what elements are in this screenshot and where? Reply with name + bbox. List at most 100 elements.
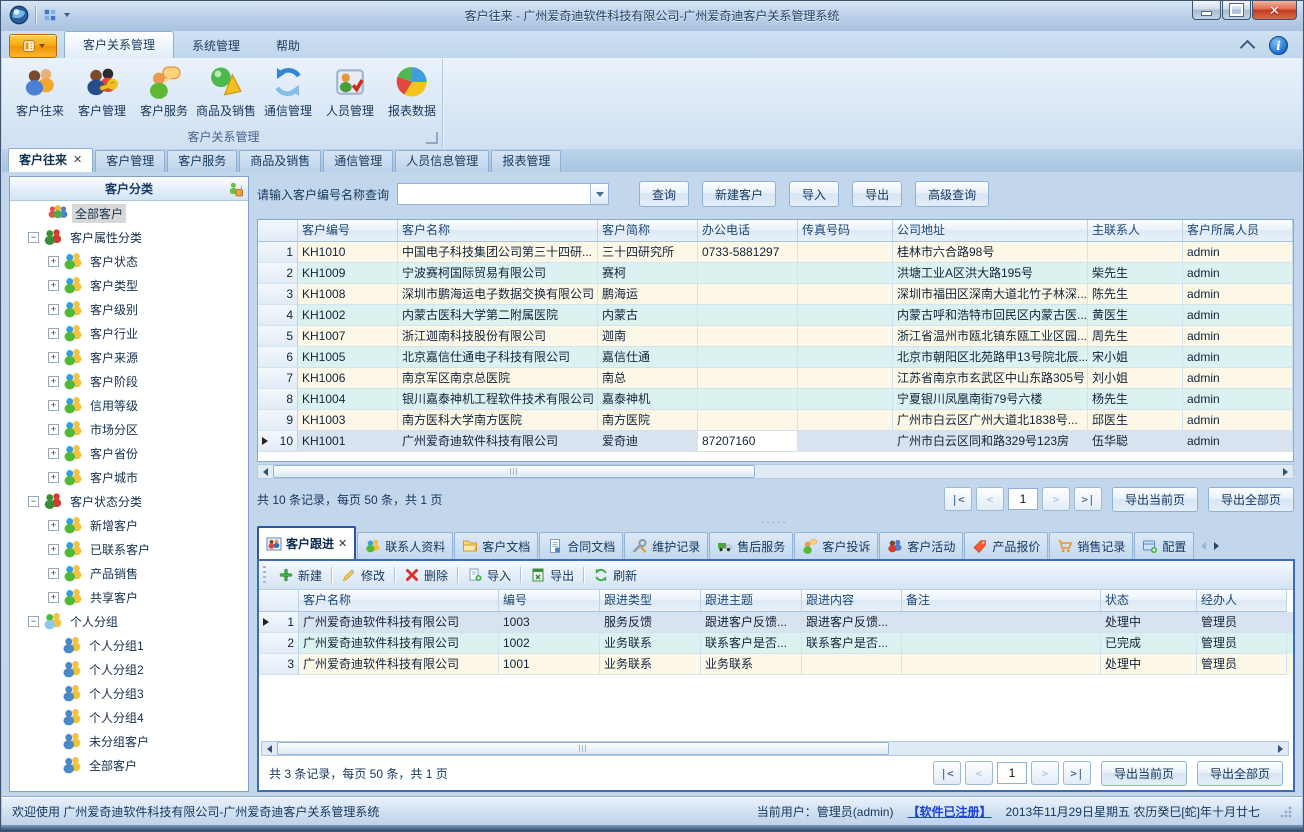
tree-expander[interactable]: + [48,568,59,579]
tree-expander[interactable]: + [48,400,59,411]
doc-tab-4[interactable]: 通信管理 [323,150,393,172]
search-button-1[interactable]: 新建客户 [702,181,776,207]
tree-item[interactable]: 未分组客户 [10,729,248,753]
followup-hscrollbar[interactable] [261,741,1289,756]
tree-expander[interactable]: + [48,256,59,267]
column-header[interactable]: 主联系人 [1088,220,1183,242]
tree-item[interactable]: −客户属性分类 [10,225,248,249]
detail-tab-8[interactable]: 产品报价 [964,532,1048,559]
ribbon-tab-1[interactable]: 系统管理 [174,34,258,58]
toolbar-button-export[interactable]: 导出 [524,564,580,586]
tree-expander[interactable]: + [48,448,59,459]
toolbar-button-import[interactable]: 导入 [461,564,517,586]
scroll-left-icon[interactable] [258,465,273,478]
prev-page-button[interactable]: < [965,761,993,785]
tree-item[interactable]: +新增客户 [10,513,248,537]
page-number-input[interactable]: 1 [997,762,1027,784]
search-button-0[interactable]: 查询 [639,181,689,207]
column-header[interactable]: 客户所属人员 [1183,220,1293,242]
tree-expander[interactable]: + [48,472,59,483]
tree-item[interactable]: 全部客户 [10,753,248,777]
ribbon-button-1[interactable]: 客户管理 [71,63,133,121]
ribbon-tab-0[interactable]: 客户关系管理 [64,31,174,58]
first-page-button[interactable]: |< [933,761,961,785]
tree-expander[interactable]: + [48,520,59,531]
combo-dropdown-button[interactable] [590,184,608,204]
table-row[interactable]: 8KH1004银川嘉泰神机工程软件技术有限公司嘉泰神机宁夏银川凤凰南街79号六楼… [258,389,1293,410]
customer-search-combobox[interactable] [397,183,609,205]
tree-expander[interactable]: + [48,544,59,555]
doc-tab-6[interactable]: 报表管理 [491,150,561,172]
tree-expander[interactable]: + [48,376,59,387]
registered-link[interactable]: 【软件已注册】 [907,803,991,820]
tree-item[interactable]: +市场分区 [10,417,248,441]
scroll-thumb[interactable] [277,742,889,755]
page-number-input[interactable]: 1 [1008,488,1038,510]
next-page-button[interactable]: > [1031,761,1059,785]
table-row[interactable]: 2广州爱奇迪软件科技有限公司1002业务联系联系客户是否...联系客户是否...… [259,633,1293,654]
close-button[interactable]: ✕ [1252,1,1297,20]
tree-item[interactable]: −个人分组 [10,609,248,633]
tab-close-icon[interactable]: ✕ [73,150,82,171]
doc-tab-1[interactable]: 客户管理 [95,150,165,172]
tree-item[interactable]: −客户状态分类 [10,489,248,513]
table-row[interactable]: 10KH1001广州爱奇迪软件科技有限公司爱奇迪87207160广州市白云区同和… [258,431,1293,452]
detail-tab-9[interactable]: 销售记录 [1049,532,1133,559]
tree-item[interactable]: 个人分组3 [10,681,248,705]
prev-page-button[interactable]: < [976,487,1004,511]
tree-item[interactable]: +客户级别 [10,297,248,321]
column-header[interactable]: 跟进主题 [701,590,802,612]
tabs-scroll-left-icon[interactable] [1201,542,1206,550]
column-header[interactable]: 传真号码 [798,220,893,242]
tabs-scroll-right-icon[interactable] [1214,542,1219,550]
export-button-0[interactable]: 导出当前页 [1101,761,1187,786]
toolbar-button-refresh[interactable]: 刷新 [587,564,643,586]
doc-tab-2[interactable]: 客户服务 [167,150,237,172]
tree-item[interactable]: +客户行业 [10,321,248,345]
last-page-button[interactable]: >| [1063,761,1091,785]
tree-item[interactable]: +信用等级 [10,393,248,417]
column-header[interactable]: 编号 [499,590,600,612]
column-header[interactable]: 客户名称 [398,220,598,242]
detail-tab-0[interactable]: 客户跟进✕ [257,526,356,559]
export-button-1[interactable]: 导出全部页 [1208,487,1294,512]
tree-item[interactable]: +客户来源 [10,345,248,369]
export-button-1[interactable]: 导出全部页 [1197,761,1283,786]
scroll-right-icon[interactable] [1273,742,1288,755]
toolbar-button-delete[interactable]: 删除 [398,564,454,586]
last-page-button[interactable]: >| [1074,487,1102,511]
search-button-3[interactable]: 导出 [852,181,902,207]
doc-tab-5[interactable]: 人员信息管理 [395,150,489,172]
table-row[interactable]: 1KH1010中国电子科技集团公司第三十四研...三十四研究所0733-5881… [258,242,1293,263]
detail-tab-1[interactable]: 联系人资料 [357,532,453,559]
detail-tab-10[interactable]: 配置 [1134,532,1194,559]
column-header[interactable]: 办公电话 [698,220,798,242]
first-page-button[interactable]: |< [944,487,972,511]
toolbar-button-edit[interactable]: 修改 [335,564,391,586]
tree-item[interactable]: +客户省份 [10,441,248,465]
resize-grip[interactable] [1280,806,1292,818]
column-header[interactable]: 经办人 [1197,590,1287,612]
tree-item[interactable]: 全部客户 [10,201,248,225]
column-header[interactable]: 客户简称 [598,220,698,242]
tab-close-icon[interactable]: ✕ [338,537,347,550]
tree-expander[interactable]: + [48,304,59,315]
detail-tab-5[interactable]: 售后服务 [709,532,793,559]
tree-item[interactable]: +共享客户 [10,585,248,609]
tree-item[interactable]: +客户阶段 [10,369,248,393]
table-row[interactable]: 2KH1009宁波赛柯国际贸易有限公司赛柯洪塘工业A区洪大路195号柴先生adm… [258,263,1293,284]
detail-tab-2[interactable]: 客户文档 [454,532,538,559]
search-button-2[interactable]: 导入 [789,181,839,207]
table-row[interactable]: 3KH1008深圳市鹏海运电子数据交换有限公司鹏海运深圳市福田区深南大道北竹子林… [258,284,1293,305]
minimize-button[interactable] [1192,1,1221,20]
column-header[interactable]: 跟进类型 [600,590,701,612]
scroll-right-icon[interactable] [1278,465,1293,478]
column-header[interactable]: 客户编号 [298,220,398,242]
export-button-0[interactable]: 导出当前页 [1112,487,1198,512]
tree-item[interactable]: +客户城市 [10,465,248,489]
tree-expander[interactable]: + [48,592,59,603]
column-header[interactable]: 跟进内容 [802,590,902,612]
ribbon-button-5[interactable]: 人员管理 [319,63,381,121]
ribbon-button-3[interactable]: 商品及销售 [195,63,257,121]
tree-item[interactable]: +已联系客户 [10,537,248,561]
